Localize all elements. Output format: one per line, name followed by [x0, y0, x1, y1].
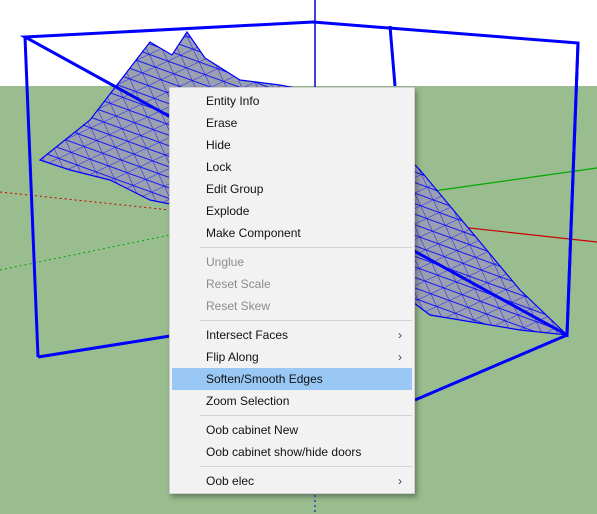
menu-item-label: Intersect Faces: [206, 328, 289, 342]
menu-separator: [200, 247, 412, 248]
menu-item-entity-info[interactable]: Entity Info: [172, 90, 412, 112]
menu-item-label: Lock: [206, 160, 232, 174]
menu-item-label: Soften/Smooth Edges: [206, 372, 323, 386]
menu-item-label: Reset Skew: [206, 299, 271, 313]
menu-item-soften-smooth-edges[interactable]: Soften/Smooth Edges: [172, 368, 412, 390]
menu-item-label: Hide: [206, 138, 231, 152]
menu-item-oob-elec[interactable]: Oob elec ›: [172, 470, 412, 492]
menu-item-label: Oob cabinet show/hide doors: [206, 445, 362, 459]
menu-separator: [200, 320, 412, 321]
menu-item-oob-cabinet-show-hide-doors[interactable]: Oob cabinet show/hide doors: [172, 441, 412, 463]
menu-item-label: Make Component: [206, 226, 301, 240]
menu-item-label: Reset Scale: [206, 277, 271, 291]
chevron-right-icon: ›: [398, 474, 402, 488]
menu-item-reset-skew[interactable]: Reset Skew: [172, 295, 412, 317]
menu-item-unglue[interactable]: Unglue: [172, 251, 412, 273]
chevron-right-icon: ›: [398, 350, 402, 364]
menu-item-intersect-faces[interactable]: Intersect Faces ›: [172, 324, 412, 346]
menu-item-label: Entity Info: [206, 94, 260, 108]
menu-item-oob-cabinet-new[interactable]: Oob cabinet New: [172, 419, 412, 441]
menu-item-hide[interactable]: Hide: [172, 134, 412, 156]
menu-item-label: Unglue: [206, 255, 245, 269]
menu-item-explode[interactable]: Explode: [172, 200, 412, 222]
menu-item-zoom-selection[interactable]: Zoom Selection: [172, 390, 412, 412]
menu-item-label: Edit Group: [206, 182, 264, 196]
menu-item-lock[interactable]: Lock: [172, 156, 412, 178]
menu-item-label: Erase: [206, 116, 238, 130]
menu-item-label: Zoom Selection: [206, 394, 290, 408]
menu-item-edit-group[interactable]: Edit Group: [172, 178, 412, 200]
menu-item-erase[interactable]: Erase: [172, 112, 412, 134]
menu-item-make-component[interactable]: Make Component: [172, 222, 412, 244]
menu-item-label: Oob elec: [206, 474, 255, 488]
menu-item-label: Flip Along: [206, 350, 259, 364]
chevron-right-icon: ›: [398, 328, 402, 342]
menu-item-reset-scale[interactable]: Reset Scale: [172, 273, 412, 295]
menu-item-label: Explode: [206, 204, 250, 218]
context-menu: Entity Info Erase Hide Lock Edit Group Explod…: [169, 87, 415, 494]
menu-separator: [200, 415, 412, 416]
menu-item-flip-along[interactable]: Flip Along ›: [172, 346, 412, 368]
menu-item-label: Oob cabinet New: [206, 423, 299, 437]
menu-separator: [200, 466, 412, 467]
